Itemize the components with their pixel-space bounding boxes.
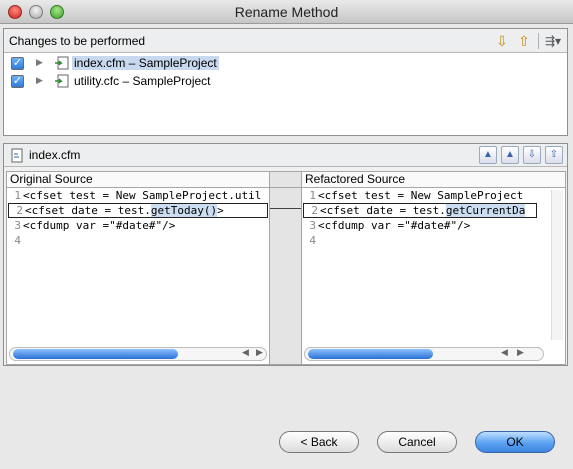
code-line: 3 <cfdump var ="#date#"/> [14,219,176,232]
scroll-left-icon[interactable]: ◀ [501,347,508,358]
refactored-source-title: Refactored Source [302,172,565,188]
checkbox[interactable]: ✓ [11,75,24,88]
code-line: 3 <cfdump var ="#date#"/> [309,219,471,232]
refactored-code[interactable]: 1 <cfset test = New SampleProject 2 <cfset… [302,188,538,248]
diff-gutter [270,171,301,365]
scrollbar-thumb[interactable] [308,349,433,359]
expand-arrow-icon[interactable]: ▶ [36,75,43,86]
change-item[interactable]: ✓ ▶ index.cfm – SampleProject [4,55,567,73]
toolbar-separator [538,33,539,49]
horizontal-scrollbar[interactable]: ◀ ▶ [304,347,544,361]
changes-label: Changes to be performed [9,34,146,48]
changed-code-line: 2 <cfset date = test.getToday()> [8,203,268,218]
change-item-label: utility.cfc – SampleProject [74,74,211,88]
changes-panel: Changes to be performed ⇩ ⇧ ⇶▾ ✓ ▶ index… [3,28,568,136]
refactored-source-pane[interactable]: Refactored Source 1 <cfset test = New Sam… [301,171,566,365]
code-line: 4 [14,234,21,247]
next-change-icon[interactable]: ⇩ [523,146,541,164]
scroll-right-icon[interactable]: ▶ [517,347,524,358]
title-bar: Rename Method [0,0,573,24]
file-icon [11,148,23,163]
changes-header: Changes to be performed ⇩ ⇧ ⇶▾ [4,29,567,53]
ok-button[interactable]: OK [475,431,555,453]
scroll-left-icon[interactable]: ◀ [242,347,249,358]
file-change-icon [55,56,69,70]
changed-code-line: 2 <cfset date = test.getCurrentDa [303,203,537,218]
original-source-pane[interactable]: Original Source 1 <cfset test = New Sampl… [6,171,270,365]
checkbox[interactable]: ✓ [11,57,24,70]
horizontal-scrollbar[interactable]: ◀ ▶ [9,347,267,361]
previous-change-icon[interactable]: ⇧ [545,146,563,164]
change-item[interactable]: ✓ ▶ utility.cfc – SampleProject [4,73,567,91]
up-arrow-icon[interactable]: ⇧ [514,31,534,51]
code-line: 1 <cfset test = New SampleProject.util [14,189,262,202]
vertical-scrollbar[interactable] [551,190,563,340]
next-difference-icon[interactable]: ▲ [479,146,497,164]
back-button[interactable]: < Back [279,431,359,453]
diff-connector-line [270,208,301,209]
down-arrow-icon[interactable]: ⇩ [492,31,512,51]
scrollbar-thumb[interactable] [13,349,178,359]
compare-panel: index.cfm ▲ ▲ ⇩ ⇧ Original Source 1 <cfse… [3,143,568,366]
original-source-title: Original Source [7,172,269,188]
code-line: 1 <cfset test = New SampleProject [309,189,524,202]
code-line: 4 [309,234,316,247]
filter-menu-icon[interactable]: ⇶▾ [543,31,563,51]
cancel-button[interactable]: Cancel [377,431,457,453]
expand-arrow-icon[interactable]: ▶ [36,57,43,68]
compare-file-name: index.cfm [29,148,81,162]
file-change-icon [55,74,69,88]
previous-difference-icon[interactable]: ▲ [501,146,519,164]
change-item-label: index.cfm – SampleProject [72,56,219,70]
compare-file-bar: index.cfm ▲ ▲ ⇩ ⇧ [4,144,567,167]
window-title: Rename Method [234,4,339,20]
original-code[interactable]: 1 <cfset test = New SampleProject.util 2 <… [7,188,269,248]
scroll-right-icon[interactable]: ▶ [256,347,263,358]
